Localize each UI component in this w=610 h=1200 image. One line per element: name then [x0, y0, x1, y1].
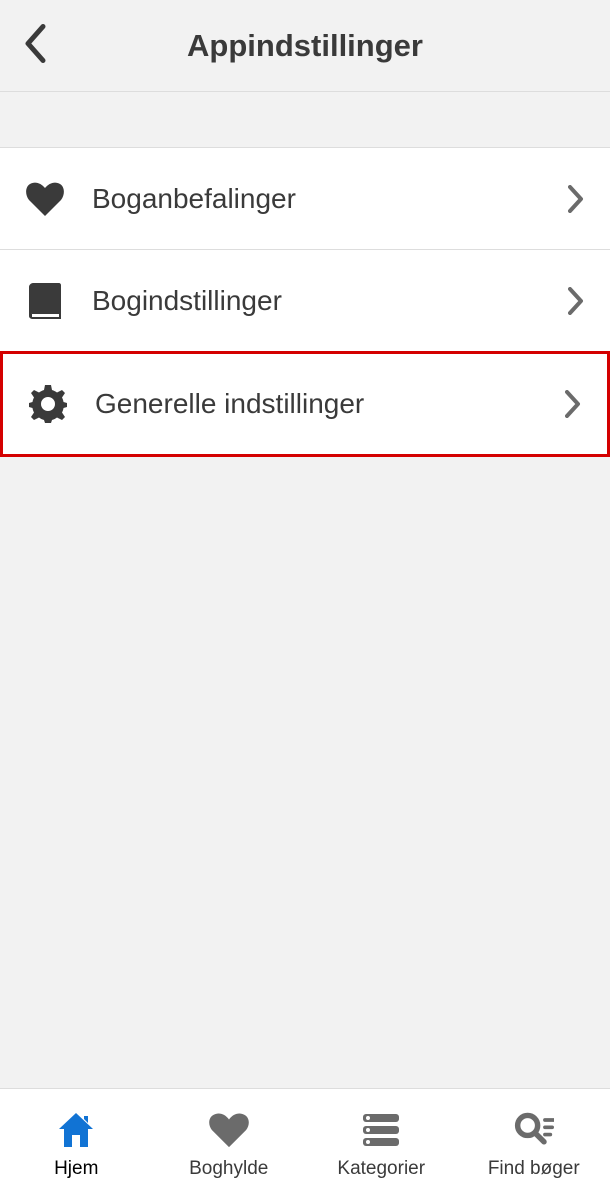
chevron-left-icon	[24, 23, 46, 63]
chevron-right-icon	[568, 185, 584, 213]
search-icon	[514, 1110, 554, 1150]
chevron-right-icon	[565, 390, 581, 418]
nav-home[interactable]: Hjem	[0, 1089, 153, 1200]
nav-label: Kategorier	[337, 1158, 425, 1180]
gear-icon	[29, 385, 67, 423]
nav-label: Hjem	[54, 1158, 98, 1180]
nav-label: Boghylde	[189, 1158, 268, 1180]
back-button[interactable]	[24, 23, 46, 68]
list-item-label: Generelle indstillinger	[95, 388, 565, 420]
header: Appindstillinger	[0, 0, 610, 92]
nav-search[interactable]: Find bøger	[458, 1089, 610, 1200]
list-item-label: Bogindstillinger	[92, 285, 568, 317]
home-icon	[56, 1110, 96, 1150]
list-item-book-settings[interactable]: Bogindstillinger	[0, 250, 610, 352]
list-item-general-settings[interactable]: Generelle indstillinger	[0, 351, 610, 457]
chevron-right-icon	[568, 287, 584, 315]
page-title: Appindstillinger	[0, 28, 610, 64]
list-icon	[361, 1110, 401, 1150]
list-item-recommendations[interactable]: Boganbefalinger	[0, 148, 610, 250]
nav-categories[interactable]: Kategorier	[305, 1089, 458, 1200]
nav-bookshelf[interactable]: Boghylde	[153, 1089, 306, 1200]
book-icon	[26, 282, 64, 320]
heart-icon	[209, 1110, 249, 1150]
settings-list: Boganbefalinger Bogindstillinger	[0, 148, 610, 457]
list-item-label: Boganbefalinger	[92, 183, 568, 215]
heart-icon	[26, 180, 64, 218]
bottom-nav: Hjem Boghylde Kategorier	[0, 1088, 610, 1200]
nav-label: Find bøger	[488, 1158, 580, 1180]
spacer	[0, 92, 610, 148]
content: Boganbefalinger Bogindstillinger	[0, 148, 610, 1088]
